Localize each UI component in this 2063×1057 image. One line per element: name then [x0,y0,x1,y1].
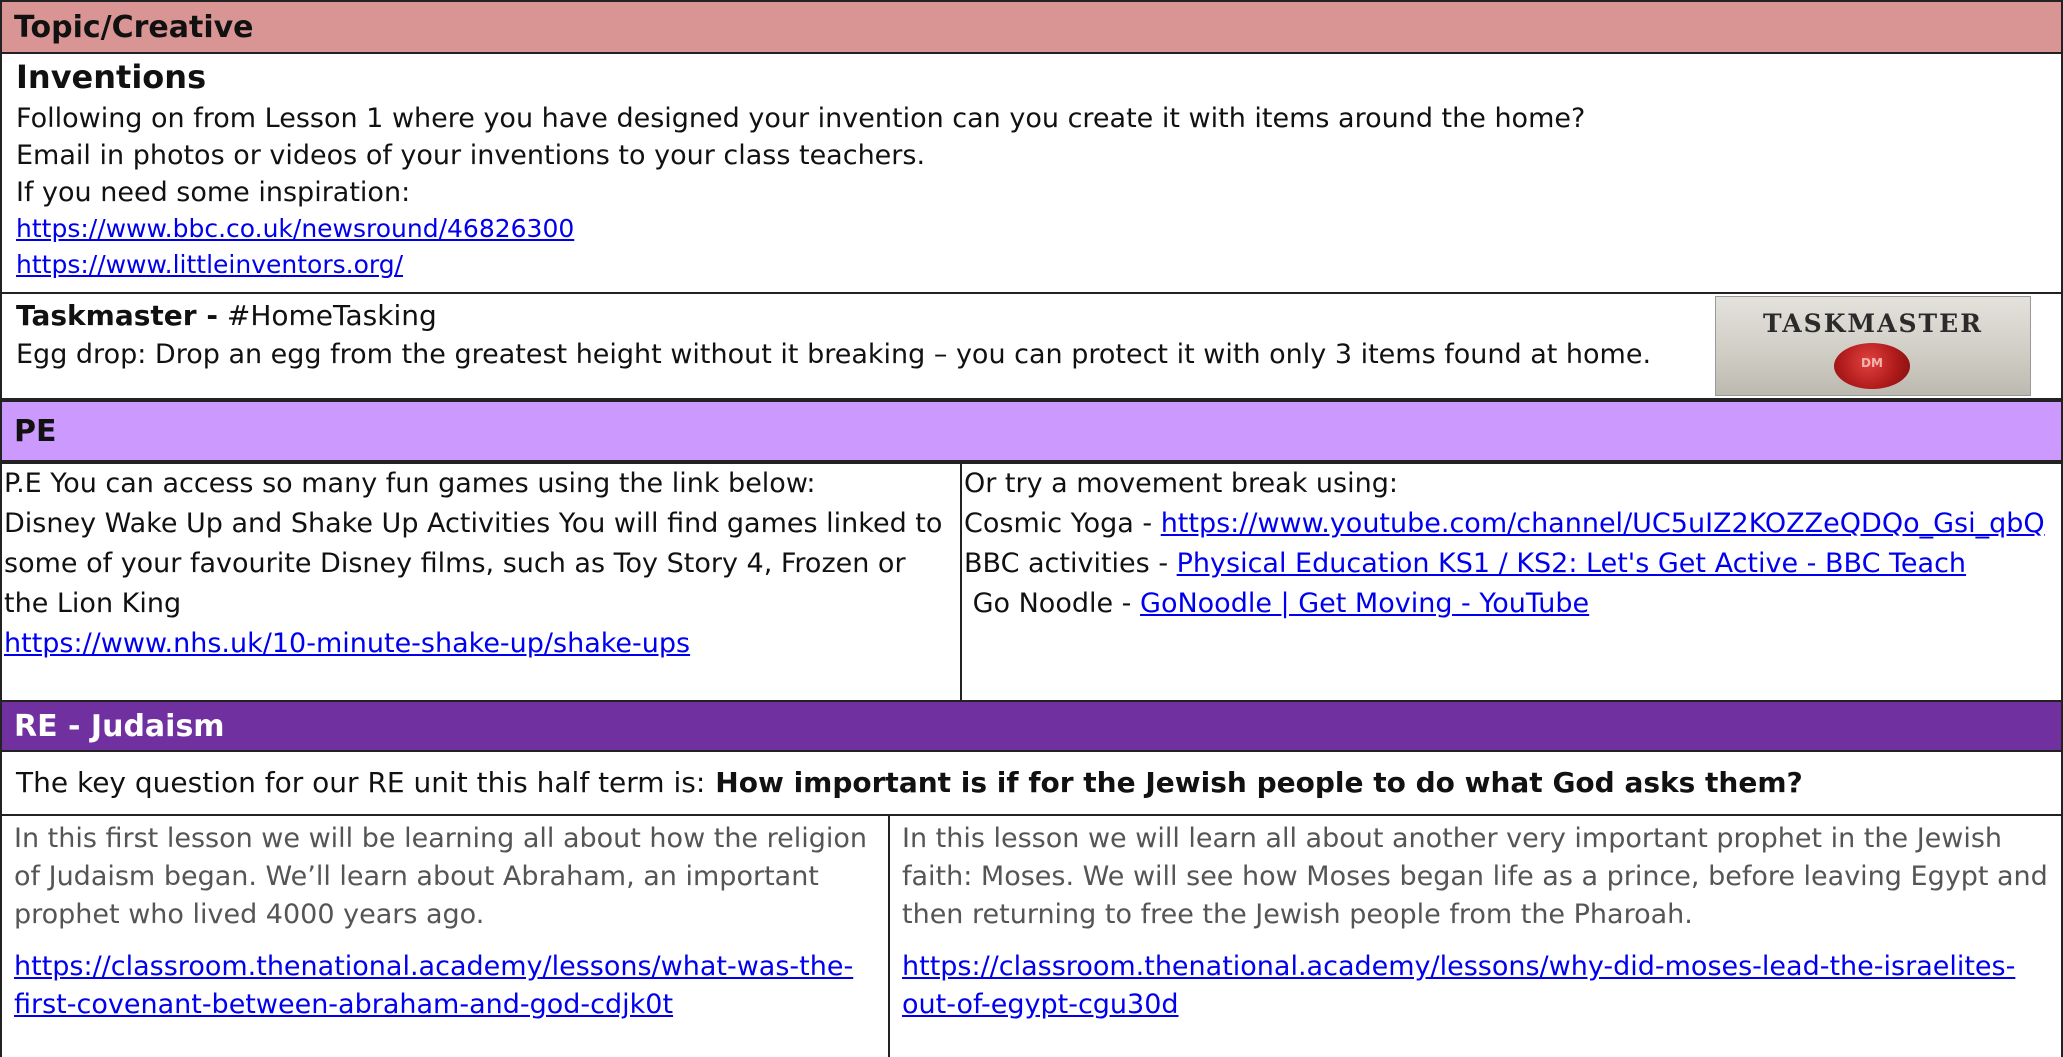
bbc-teach-link[interactable]: Physical Education KS1 / KS2: Let's Get … [1177,548,1966,579]
bbc-newsround-link[interactable]: https://www.bbc.co.uk/newsround/46826300 [16,211,2061,247]
little-inventors-link[interactable]: https://www.littleinventors.org/ [16,247,2061,283]
taskmaster-title: Taskmaster - [16,299,218,332]
topic-line: Email in photos or videos of your invent… [16,140,926,171]
pe-activity-label: BBC activities - [964,548,1177,579]
gonoodle-link[interactable]: GoNoodle | Get Moving - YouTube [1140,588,1589,619]
taskmaster-logo-image: TASKMASTER DM [1715,296,2031,396]
re-section-header: RE - Judaism [0,700,2063,752]
pe-activity-label: Cosmic Yoga - [964,508,1161,539]
re-lesson-2-text: In this lesson we will learn all about a… [902,823,2048,930]
re-key-question: The key question for our RE unit this ha… [0,752,2063,816]
taskmaster-hashtag: #HomeTasking [226,299,437,332]
pe-activity-label: Go Noodle - [964,588,1141,619]
topic-section-body: Inventions Following on from Lesson 1 wh… [0,54,2063,292]
pe-left-cell: P.E You can access so many fun games usi… [0,462,962,700]
inventions-title: Inventions [16,58,207,96]
pe-activity-item: Go Noodle - GoNoodle | Get Moving - YouT… [964,584,2061,624]
abraham-lesson-link[interactable]: https://classroom.thenational.academy/le… [14,948,876,1024]
taskmaster-logo-word: TASKMASTER [1763,309,1983,338]
re-lesson-1-text: In this first lesson we will be learning… [14,823,868,930]
topic-line: If you need some inspiration: [16,177,411,208]
topic-section-header: Topic/Creative [0,0,2063,54]
pe-right-cell: Or try a movement break using: Cosmic Yo… [962,462,2063,700]
wax-seal-icon: DM [1834,343,1910,389]
re-question-prefix: The key question for our RE unit this ha… [16,766,706,799]
nhs-shake-up-link[interactable]: https://www.nhs.uk/10-minute-shake-up/sh… [4,628,690,659]
pe-activity-item: Cosmic Yoga - https://www.youtube.com/ch… [964,504,2061,544]
re-lesson-1-cell: In this first lesson we will be learning… [0,816,890,1057]
seal-text: DM [1861,356,1883,370]
pe-intro-line: P.E You can access so many fun games usi… [4,468,816,499]
pe-movement-intro: Or try a movement break using: [964,468,1398,499]
pe-activity-item: BBC activities - Physical Education KS1 … [964,544,2061,584]
pe-section-header: PE [0,400,2063,462]
re-question-bold: How important is if for the Jewish peopl… [715,766,1803,799]
cosmic-yoga-link[interactable]: https://www.youtube.com/channel/UC5uIZ2K… [1161,508,2045,539]
re-lesson-2-cell: In this lesson we will learn all about a… [890,816,2063,1057]
moses-lesson-link[interactable]: https://classroom.thenational.academy/le… [902,948,2061,1024]
topic-line: Following on from Lesson 1 where you hav… [16,103,1586,134]
pe-disney-text: Disney Wake Up and Shake Up Activities Y… [4,508,943,619]
